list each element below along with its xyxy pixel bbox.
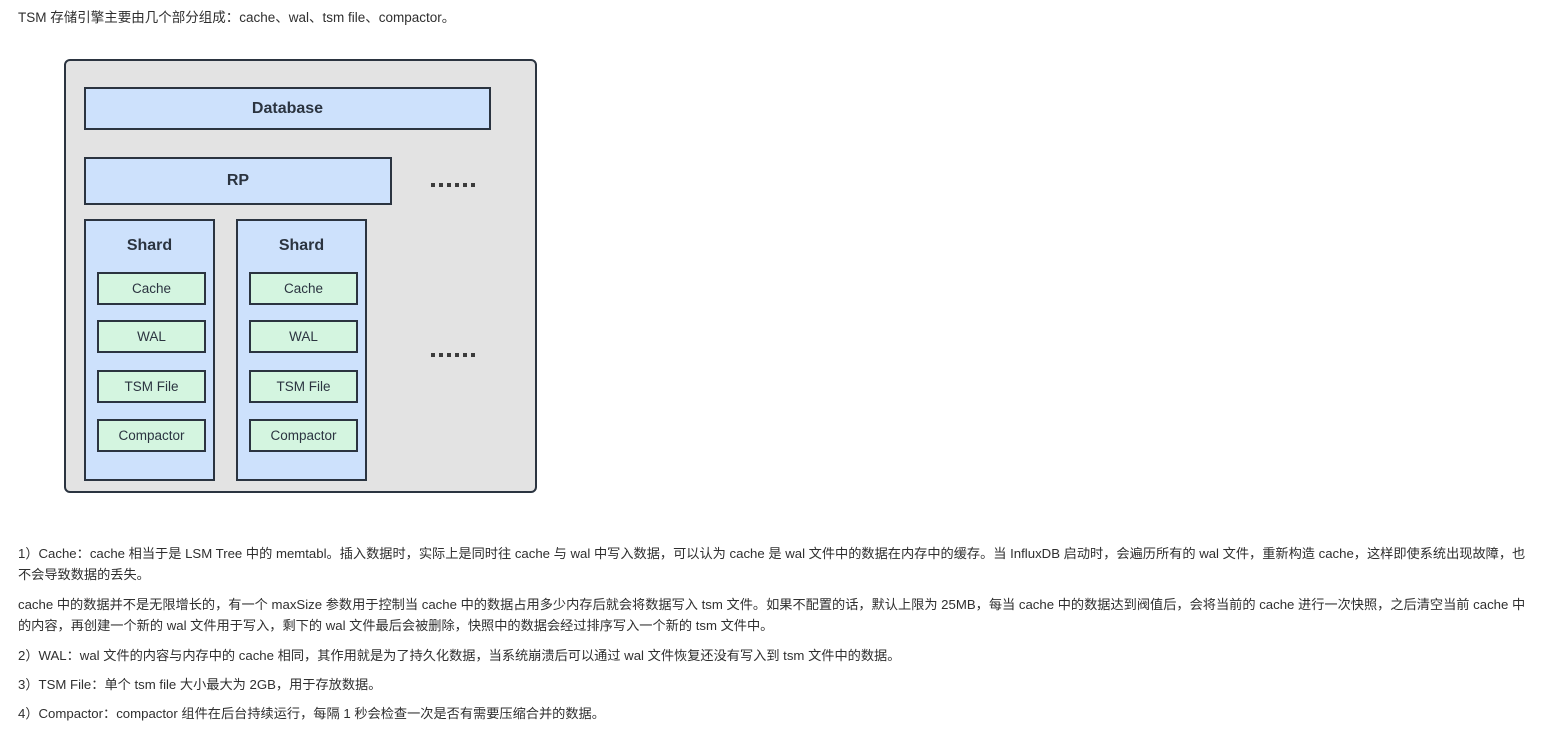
shard-box-1: Shard Cache WAL TSM File Compactor: [84, 219, 215, 481]
rp-label: RP: [226, 172, 250, 189]
paragraph-tsm-file: 3）TSM File：单个 tsm file 大小最大为 2GB，用于存放数据。: [18, 677, 382, 692]
paragraph-cache: 1）Cache：cache 相当于是 LSM Tree 中的 memtabl。插…: [18, 546, 1526, 582]
rp-box: RP: [84, 157, 392, 205]
rp-ellipsis-icon: [431, 183, 475, 187]
top-cutoff-text: ……………………: [0, 0, 1542, 5]
intro-sentence: TSM 存储引擎主要由几个部分组成：cache、wal、tsm file、com…: [18, 10, 456, 25]
shard-ellipsis-icon: [431, 353, 475, 357]
database-label: Database: [251, 99, 324, 117]
shard-1-tsm-file-label: TSM File: [124, 379, 179, 394]
shard-2-tsm-file-box: TSM File: [249, 370, 358, 403]
paragraph-wal: 2）WAL：wal 文件的内容与内存中的 cache 相同，其作用就是为了持久化…: [18, 648, 901, 663]
paragraph-cache-maxsize: cache 中的数据并不是无限增长的，有一个 maxSize 参数用于控制当 c…: [18, 597, 1526, 633]
body-text-block: 1）Cache：cache 相当于是 LSM Tree 中的 memtabl。插…: [18, 543, 1526, 732]
shard-2-compactor-box: Compactor: [249, 419, 358, 452]
shard-1-compactor-box: Compactor: [97, 419, 206, 452]
shard-title: Shard: [278, 237, 325, 254]
shard-box-2: Shard Cache WAL TSM File Compactor: [236, 219, 367, 481]
shard-title: Shard: [126, 237, 173, 254]
shard-1-cache-label: Cache: [131, 281, 172, 296]
shard-2-cache-box: Cache: [249, 272, 358, 305]
shard-1-wal-label: WAL: [137, 329, 166, 344]
shard-1-compactor-label: Compactor: [118, 428, 185, 443]
shard-2-wal-label: WAL: [289, 329, 318, 344]
shard-2-compactor-label: Compactor: [270, 428, 337, 443]
shard-2-cache-label: Cache: [283, 281, 324, 296]
shard-1-wal-box: WAL: [97, 320, 206, 353]
shard-1-cache-box: Cache: [97, 272, 206, 305]
shard-2-wal-box: WAL: [249, 320, 358, 353]
database-box: Database: [84, 87, 491, 130]
shard-2-tsm-file-label: TSM File: [276, 379, 331, 394]
shard-1-tsm-file-box: TSM File: [97, 370, 206, 403]
paragraph-compactor: 4）Compactor：compactor 组件在后台持续运行，每隔 1 秒会检…: [18, 706, 605, 721]
tsm-architecture-diagram: Database RP Shard Cache WAL TSM File Com…: [64, 59, 537, 493]
